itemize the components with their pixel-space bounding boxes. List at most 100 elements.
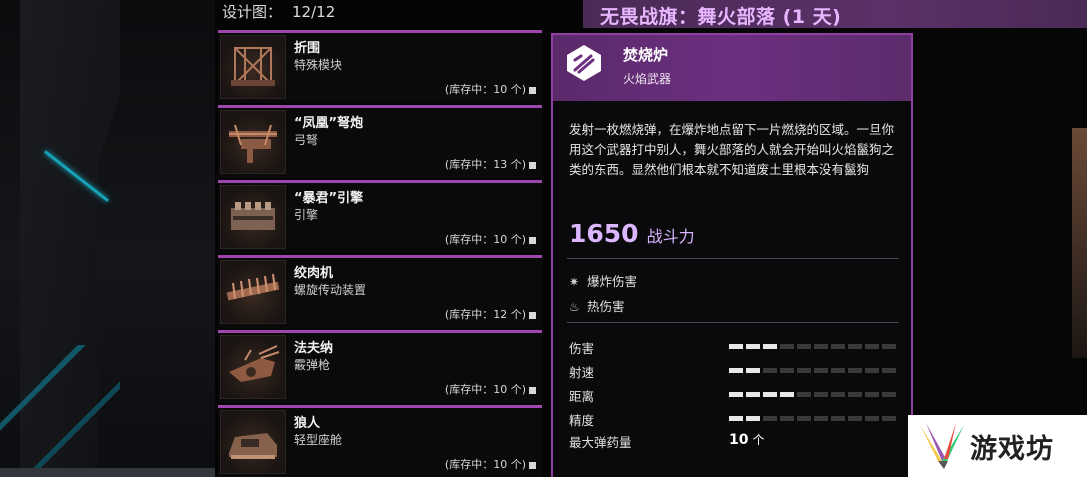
damage-type-label: 热伤害 — [587, 299, 625, 314]
stat-bar-segment — [729, 344, 743, 349]
list-item[interactable]: 狼人 轻型座舱 (库存中：10 个) — [218, 405, 542, 477]
stat-bar — [729, 392, 899, 397]
list-item[interactable]: 绞肉机 螺旋传动装置 (库存中：12 个) — [218, 255, 542, 328]
watermark-text: 游戏坊 — [970, 434, 1054, 465]
stat-bar-segment — [865, 416, 879, 421]
item-name: 绞肉机 — [294, 266, 334, 281]
stat-bar-segment — [797, 392, 811, 397]
item-stock-text: (库存中：12 个) — [444, 308, 526, 321]
detail-description: 发射一枚燃烧弹，在爆炸地点留下一片燃烧的区域。一旦你用这个武器打中别人，舞火部落… — [569, 122, 895, 177]
grinder-icon — [220, 260, 286, 324]
item-stock: (库存中：10 个) — [445, 231, 536, 247]
background-right — [915, 28, 1087, 477]
stock-square-icon — [529, 461, 536, 469]
stat-bar-segment — [797, 416, 811, 421]
power-label: 战斗力 — [646, 227, 695, 246]
item-stock-text: (库存中：10 个) — [444, 383, 526, 396]
detail-subtitle: 火焰武器 — [623, 72, 672, 86]
item-type: 霰弹枪 — [294, 358, 331, 372]
stock-square-icon — [529, 236, 536, 244]
item-stock: (库存中：10 个) — [445, 81, 536, 97]
stat-row: 距离 — [569, 386, 901, 404]
background-artwork — [1072, 128, 1087, 358]
stat-value: 10 个 — [729, 431, 765, 448]
list-item[interactable]: 法夫纳 霰弹枪 (库存中：10 个) — [218, 330, 542, 403]
stat-label: 距离 — [569, 389, 595, 404]
item-stock-text: (库存中：13 个) — [444, 158, 526, 171]
detail-card-header: 焚烧炉 火焰武器 — [553, 35, 911, 101]
item-type: 特殊模块 — [294, 58, 343, 72]
item-name: “凤凰”弩炮 — [294, 116, 364, 131]
item-stock-text: (库存中：10 个) — [444, 233, 526, 246]
stat-bar-segment — [814, 392, 828, 397]
stat-bar — [729, 344, 899, 349]
list-item[interactable]: 折围 特殊模块 (库存中：10 个) — [218, 30, 542, 103]
stat-row: 精度 — [569, 410, 901, 428]
list-item[interactable]: “凤凰”弩炮 弓弩 (库存中：13 个) — [218, 105, 542, 178]
background-bottom-bar — [0, 468, 215, 477]
cage-module-icon — [220, 35, 286, 99]
stat-row: 伤害 — [569, 338, 901, 356]
stat-bar-segment — [780, 368, 794, 373]
damage-type-tag: ✷ 爆炸伤害 — [569, 271, 637, 290]
stat-bar-segment — [848, 416, 862, 421]
stat-bar-segment — [746, 368, 760, 373]
fire-icon: ♨ — [569, 300, 580, 314]
stat-bar — [729, 368, 899, 373]
stat-bar-segment — [814, 344, 828, 349]
item-stock: (库存中：12 个) — [445, 306, 536, 322]
damage-type-tag: ♨ 热伤害 — [569, 296, 625, 315]
divider — [567, 322, 899, 323]
stat-bar-segment — [865, 344, 879, 349]
stat-bar-segment — [831, 392, 845, 397]
engine-icon — [220, 185, 286, 249]
item-stock: (库存中：10 个) — [445, 381, 536, 397]
stat-bar-segment — [882, 368, 896, 373]
power-value: 1650 — [569, 219, 639, 248]
cabin-icon — [220, 410, 286, 474]
list-item[interactable]: “暴君”引擎 引擎 (库存中：10 个) — [218, 180, 542, 253]
stat-bar-segment — [814, 368, 828, 373]
stat-bar-segment — [882, 416, 896, 421]
stock-square-icon — [529, 86, 536, 94]
stat-bar-segment — [729, 368, 743, 373]
item-name: 狼人 — [294, 416, 321, 431]
stat-bar-segment — [797, 344, 811, 349]
item-stock-text: (库存中：10 个) — [444, 458, 526, 471]
stat-bar-segment — [763, 392, 777, 397]
stat-bar-segment — [848, 392, 862, 397]
stat-value-number: 10 — [729, 432, 749, 448]
stat-bar-segment — [746, 416, 760, 421]
item-type: 螺旋传动装置 — [294, 283, 367, 297]
stock-square-icon — [529, 311, 536, 319]
stat-bar-segment — [729, 416, 743, 421]
item-type: 轻型座舱 — [294, 433, 343, 447]
stat-bar-segment — [763, 416, 777, 421]
stat-bar-segment — [780, 392, 794, 397]
stat-bar-segment — [831, 416, 845, 421]
stat-bar-segment — [797, 368, 811, 373]
stock-square-icon — [529, 386, 536, 394]
stat-bar-segment — [882, 392, 896, 397]
stat-bar-segment — [865, 392, 879, 397]
ballista-icon — [220, 110, 286, 174]
detail-title: 焚烧炉 — [623, 46, 669, 64]
item-type: 引擎 — [294, 208, 319, 222]
fire-weapon-icon — [565, 44, 603, 82]
stat-bar-segment — [746, 392, 760, 397]
item-stock: (库存中：13 个) — [445, 156, 536, 172]
stat-bar-segment — [729, 392, 743, 397]
stat-label: 射速 — [569, 365, 595, 380]
game-screen: 无畏战旗：舞火部落 (1 天) 设计图： 12/12 折围 特殊模块 (库存中：1… — [0, 0, 1087, 477]
stat-label: 伤害 — [569, 341, 595, 356]
item-type: 弓弩 — [294, 133, 319, 147]
event-banner-title: 无畏战旗：舞火部落 (1 天) — [600, 6, 842, 28]
blueprint-counter-value: 12/12 — [292, 3, 336, 21]
detail-card: 焚烧炉 火焰武器 发射一枚燃烧弹，在爆炸地点留下一片燃烧的区域。一旦你用这个武器… — [551, 33, 913, 477]
stat-bar-segment — [763, 368, 777, 373]
blueprint-counter-label: 设计图： — [222, 3, 283, 21]
stat-bar-segment — [814, 416, 828, 421]
watermark-logo-icon — [916, 421, 970, 471]
stat-bar-segment — [882, 344, 896, 349]
shotgun-icon — [220, 335, 286, 399]
